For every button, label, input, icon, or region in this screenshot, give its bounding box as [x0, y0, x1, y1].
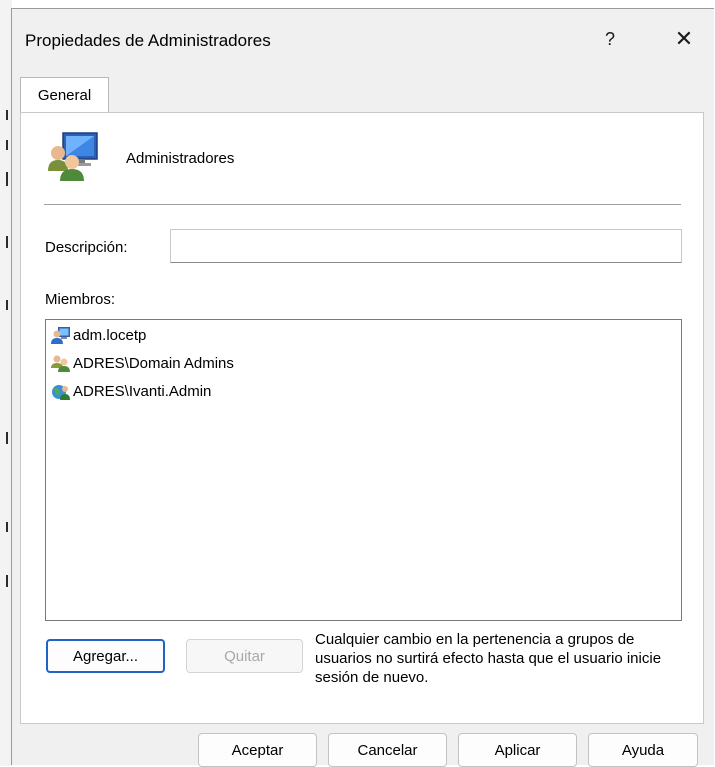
- tab-label: General: [37, 87, 92, 104]
- members-list[interactable]: adm.locetp ADRES\Domain Admins ADRES\Iva…: [45, 319, 682, 621]
- general-tab-panel: Administradores Descripción: Miembros: a…: [20, 112, 704, 724]
- remove-button[interactable]: Quitar: [186, 639, 303, 673]
- cancel-button[interactable]: Cancelar: [328, 733, 447, 767]
- help-footer-button[interactable]: Ayuda: [588, 733, 698, 767]
- membership-note: Cualquier cambio en la pertenencia a gru…: [315, 631, 662, 686]
- ok-button[interactable]: Aceptar: [198, 733, 317, 767]
- tab-general[interactable]: General: [20, 77, 109, 113]
- list-item[interactable]: adm.locetp: [51, 323, 146, 347]
- description-input[interactable]: [170, 229, 682, 263]
- group-name: Administradores: [126, 150, 235, 167]
- background-artifact: [6, 432, 8, 444]
- background-artifact: [6, 140, 8, 150]
- list-item[interactable]: ADRES\Domain Admins: [51, 351, 234, 375]
- title-bar[interactable]: Propiedades de Administradores ? ✕: [12, 9, 714, 67]
- domain-user-icon: [52, 385, 70, 400]
- add-button[interactable]: Agregar...: [46, 639, 165, 673]
- group-computer-icon: [45, 129, 101, 181]
- window-title: Propiedades de Administradores: [25, 31, 271, 50]
- background-artifact: [6, 300, 8, 310]
- member-name: ADRES\Domain Admins: [73, 354, 234, 372]
- separator: [44, 204, 681, 205]
- domain-group-icon: [51, 355, 70, 372]
- local-user-icon: [51, 327, 70, 344]
- apply-button[interactable]: Aplicar: [458, 733, 577, 767]
- description-label: Descripción:: [45, 239, 128, 256]
- properties-dialog: Propiedades de Administradores ? ✕ Gener…: [11, 8, 714, 767]
- background-artifact: [6, 236, 8, 248]
- question-mark-icon: ?: [604, 28, 615, 49]
- background-artifact: [6, 575, 8, 587]
- member-name: adm.locetp: [73, 326, 147, 344]
- close-button[interactable]: ✕: [664, 21, 704, 57]
- background-artifact: [6, 110, 8, 120]
- help-button[interactable]: ?: [590, 21, 630, 57]
- background-artifact: [6, 172, 8, 186]
- close-icon: ✕: [674, 26, 694, 51]
- background-artifact: [6, 522, 8, 532]
- member-name: ADRES\Ivanti.Admin: [73, 382, 212, 400]
- list-item[interactable]: ADRES\Ivanti.Admin: [51, 379, 211, 403]
- members-label: Miembros:: [45, 291, 116, 308]
